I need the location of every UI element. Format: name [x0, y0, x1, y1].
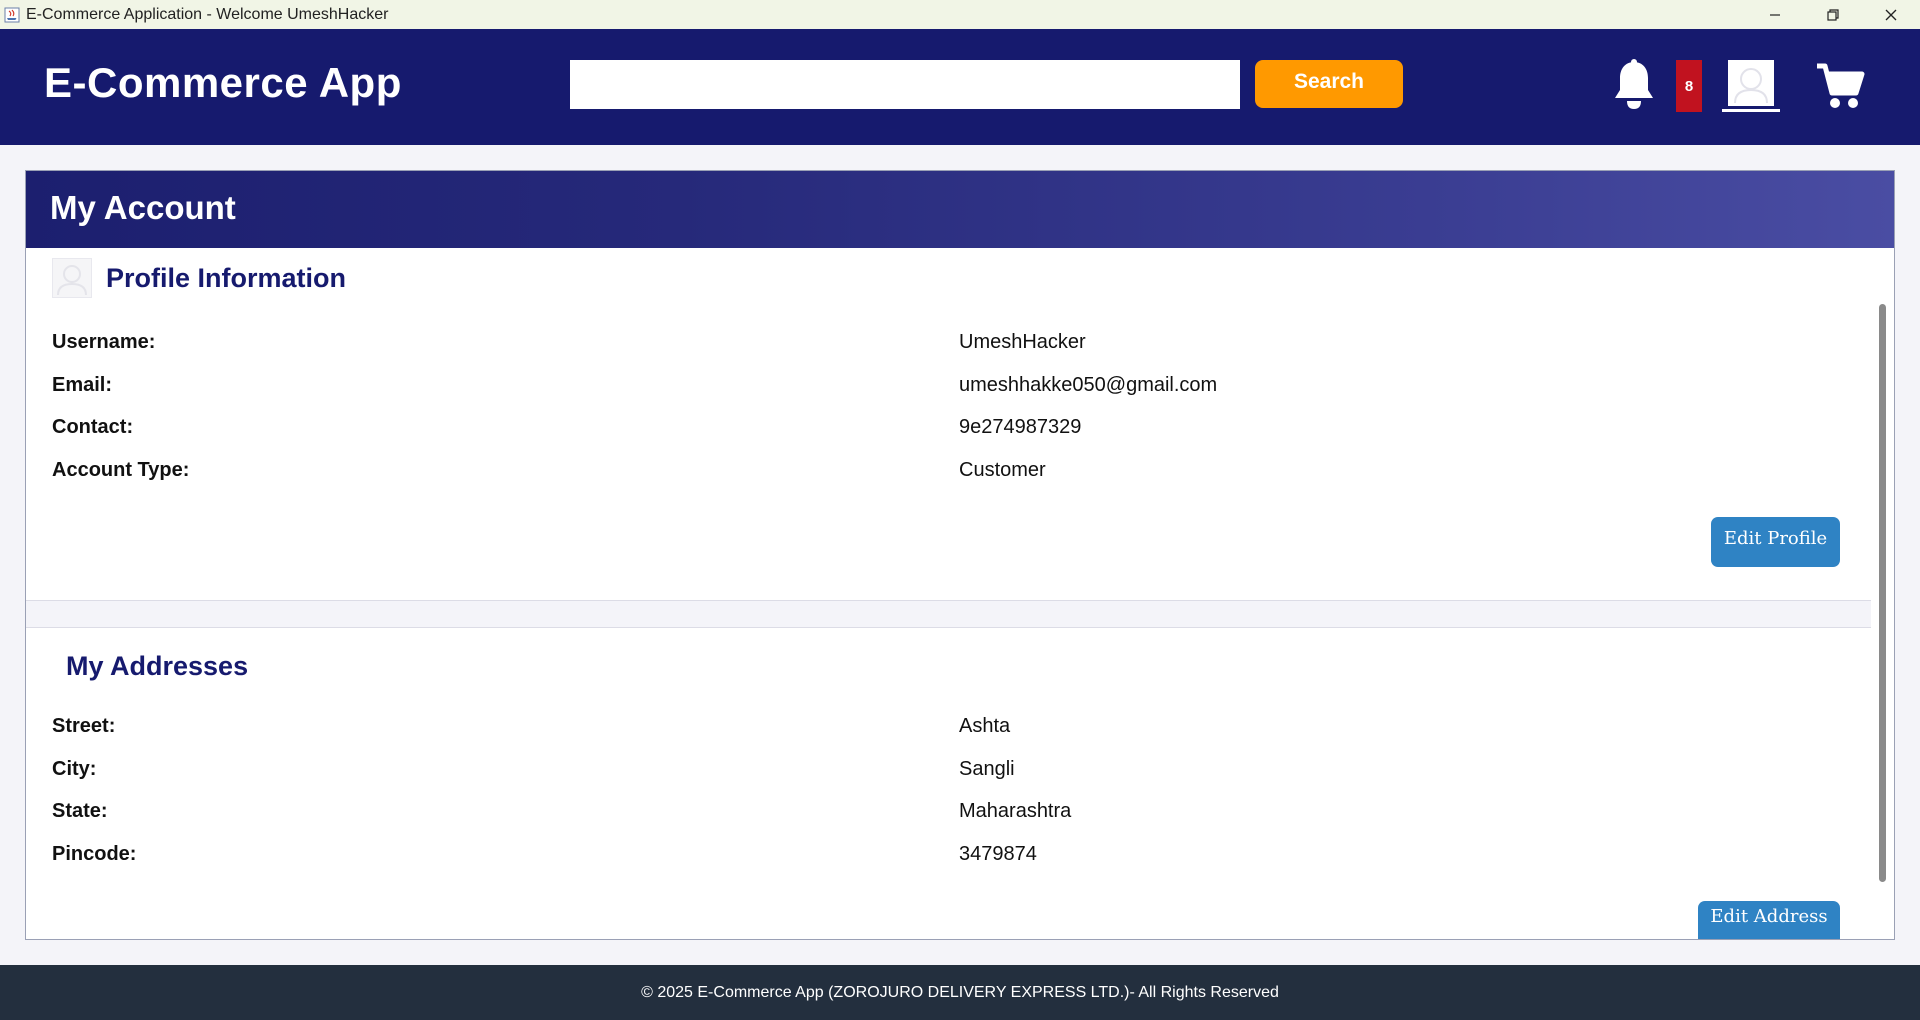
- username-label: Username:: [52, 331, 156, 353]
- account-panel: My Account Profile Information Username:…: [25, 170, 1895, 940]
- username-value: UmeshHacker: [959, 331, 1086, 353]
- user-avatar-icon: [57, 265, 87, 295]
- profile-section-title: Profile Information: [106, 263, 347, 293]
- contact-label: Contact:: [52, 416, 134, 438]
- city-label: City:: [52, 758, 97, 780]
- profile-button[interactable]: [1722, 60, 1780, 112]
- scrollbar-thumb[interactable]: [1879, 304, 1886, 882]
- edit-address-button[interactable]: Edit Address: [1698, 901, 1840, 939]
- pincode-label: Pincode:: [52, 843, 137, 865]
- street-label: Street:: [52, 715, 116, 737]
- section-divider: [26, 600, 1871, 628]
- minimize-icon: [1770, 13, 1780, 16]
- minimize-button[interactable]: [1746, 0, 1804, 29]
- avatar-box: [1728, 60, 1774, 106]
- footer: © 2025 E-Commerce App (ZOROJURO DELIVERY…: [0, 965, 1920, 1020]
- addresses-section-title: My Addresses: [66, 651, 249, 681]
- cart-icon[interactable]: [1815, 62, 1865, 110]
- search-button[interactable]: Search: [1255, 60, 1403, 108]
- email-label: Email:: [52, 374, 113, 396]
- state-value: Maharashtra: [959, 800, 1072, 822]
- profile-section-icon: [52, 258, 92, 298]
- account-type-label: Account Type:: [52, 459, 190, 481]
- java-app-icon: [4, 7, 20, 22]
- edit-profile-button[interactable]: Edit Profile: [1711, 517, 1840, 567]
- restore-button[interactable]: [1804, 0, 1862, 29]
- restore-icon: [1827, 8, 1839, 21]
- close-icon: [1885, 9, 1897, 20]
- street-value: Ashta: [959, 715, 1011, 737]
- email-value: umeshhakke050@gmail.com: [959, 374, 1218, 396]
- user-avatar-icon: [1734, 68, 1768, 103]
- window-titlebar: E-Commerce Application - Welcome UmeshHa…: [0, 0, 1920, 29]
- page-title: My Account: [50, 189, 236, 226]
- window-title: E-Commerce Application - Welcome UmeshHa…: [26, 5, 389, 23]
- account-header: My Account: [26, 171, 1894, 248]
- bell-icon[interactable]: [1610, 59, 1658, 111]
- account-type-value: Customer: [959, 459, 1046, 481]
- search-input[interactable]: [570, 60, 1240, 109]
- notification-badge: 8: [1676, 60, 1702, 112]
- app-header: E-Commerce App Search 8: [0, 29, 1920, 145]
- footer-text: © 2025 E-Commerce App (ZOROJURO DELIVERY…: [641, 983, 1279, 1001]
- brand-title: E-Commerce App: [44, 59, 402, 106]
- window-controls: [1746, 0, 1920, 29]
- city-value: Sangli: [959, 758, 1015, 780]
- state-label: State:: [52, 800, 108, 822]
- close-button[interactable]: [1862, 0, 1920, 29]
- pincode-value: 3479874: [959, 843, 1037, 865]
- contact-value: 9e274987329: [959, 416, 1082, 438]
